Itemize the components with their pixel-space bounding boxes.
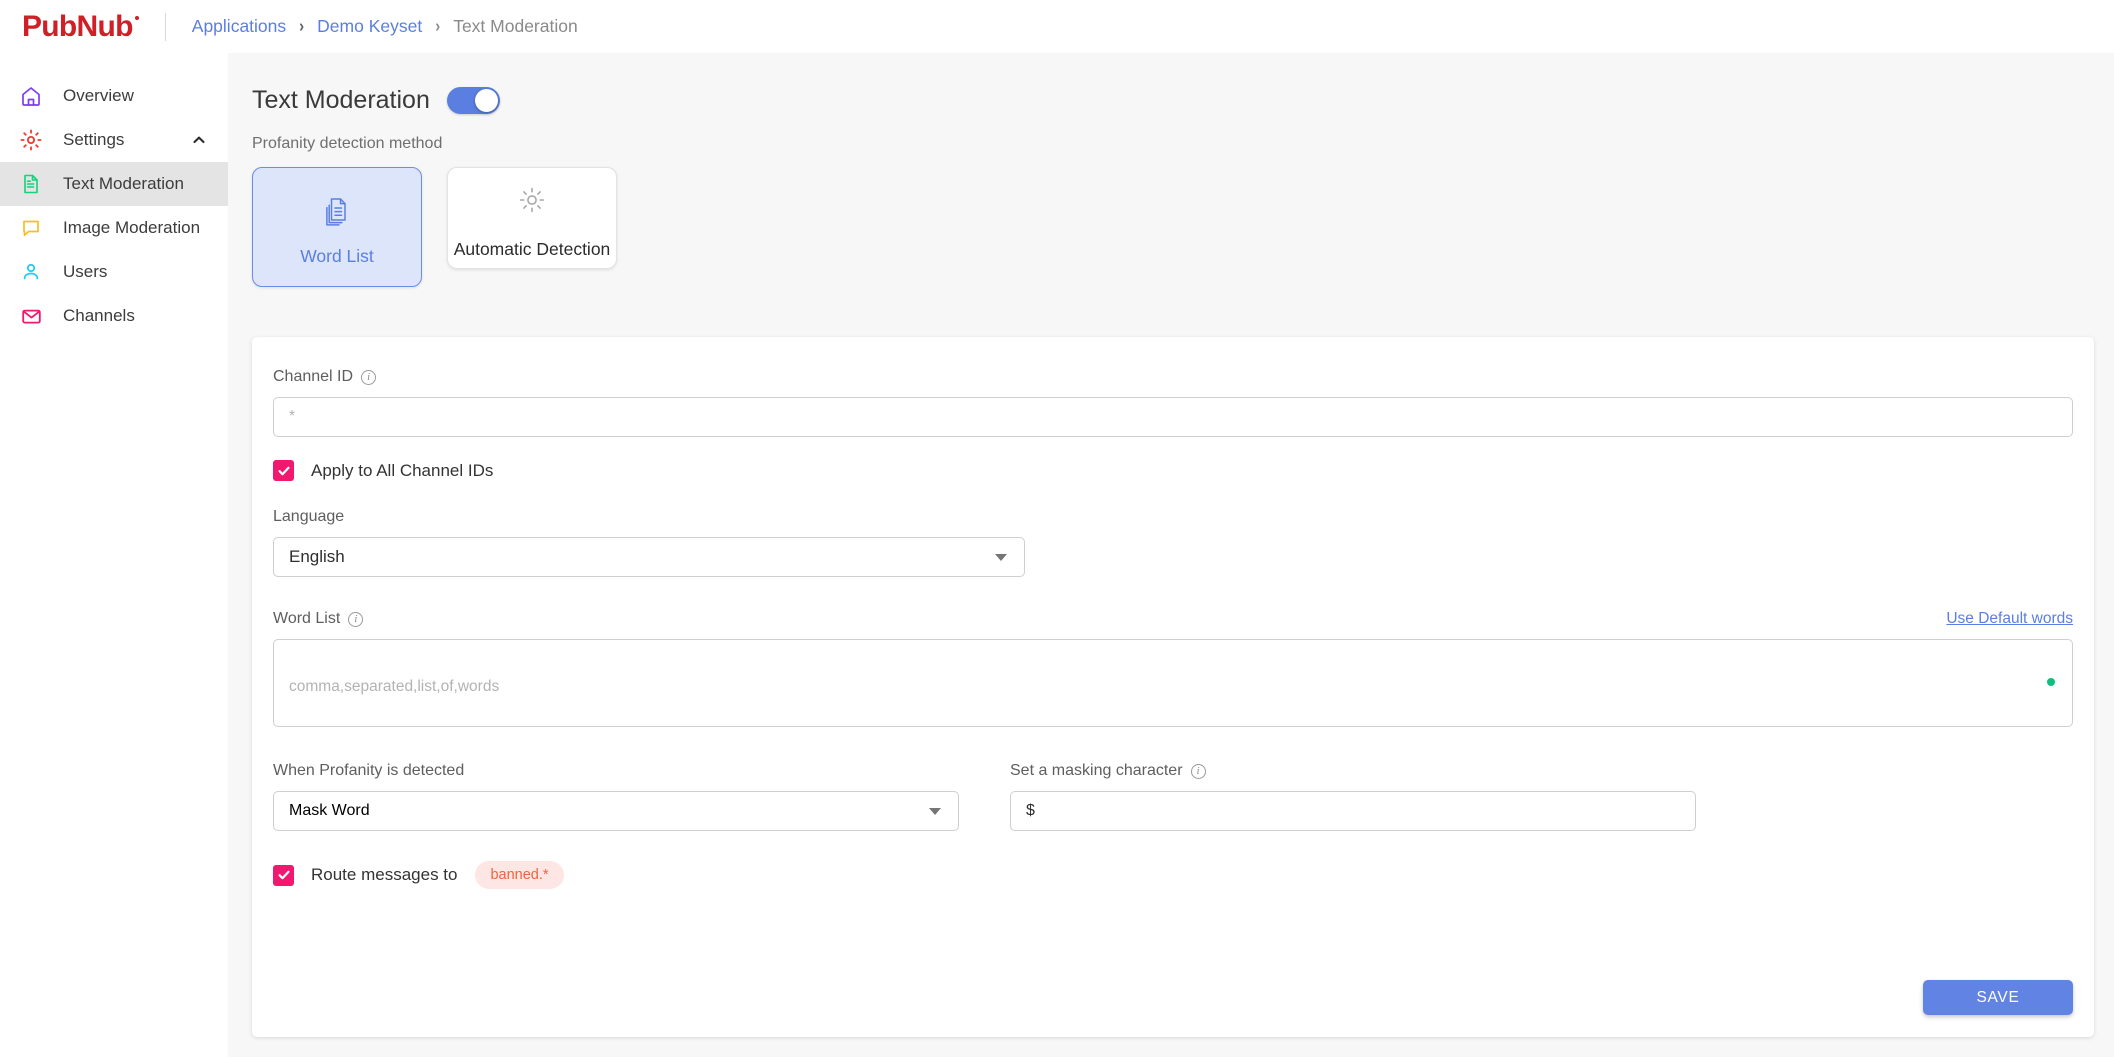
gear-icon (18, 127, 44, 153)
language-value: English (289, 547, 345, 566)
chevron-up-icon[interactable] (192, 133, 206, 147)
route-target-badge: banned.* (475, 861, 564, 889)
sidebar-item-label: Channels (63, 306, 135, 325)
settings-panel: Channel ID i * Apply to All Channel IDs … (252, 337, 2094, 1037)
word-list-label: Word List i (273, 610, 364, 628)
chat-icon (18, 215, 44, 241)
sidebar: Overview Settings Text Moderation Image … (0, 53, 228, 1057)
breadcrumb-current: Text Moderation (453, 16, 578, 36)
home-icon (18, 83, 44, 109)
chevron-down-icon (929, 807, 941, 815)
logo-text: PubNub (22, 9, 133, 43)
channel-id-input[interactable]: * (273, 397, 2073, 437)
sidebar-item-users[interactable]: Users (0, 250, 228, 294)
documents-icon (322, 188, 352, 234)
masking-character-label: Set a masking character i (1010, 762, 1696, 780)
sidebar-item-label: Text Moderation (63, 174, 184, 193)
status-dot (2047, 678, 2055, 686)
sidebar-item-label: Settings (63, 130, 125, 149)
sidebar-item-label: Image Moderation (63, 218, 201, 237)
document-icon (18, 171, 44, 197)
chevron-down-icon (995, 553, 1007, 561)
word-list-placeholder: comma,separated,list,of,words (289, 678, 500, 695)
method-card-word-list[interactable]: Word List (252, 167, 422, 287)
breadcrumb: Applications › Demo Keyset › Text Modera… (192, 16, 578, 37)
profanity-action-select[interactable]: Mask Word (273, 791, 959, 831)
sidebar-item-image-moderation[interactable]: Image Moderation (0, 206, 228, 250)
language-label-text: Language (273, 508, 345, 525)
word-list-label-text: Word List (273, 610, 341, 627)
method-card-label: Word List (300, 245, 374, 266)
breadcrumb-applications[interactable]: Applications (192, 16, 286, 37)
language-field: Language English (273, 508, 2073, 577)
masking-character-field: Set a masking character i $ (1010, 762, 1696, 831)
channel-id-value: * (289, 408, 296, 425)
breadcrumb-separator-icon: › (299, 16, 305, 37)
apply-all-checkbox[interactable] (273, 460, 294, 481)
text-moderation-toggle[interactable] (446, 87, 500, 114)
masking-character-label-text: Set a masking character (1010, 762, 1183, 779)
channel-id-label: Channel ID i (273, 368, 2073, 386)
bottom-fields-row: When Profanity is detected Mask Word Set… (273, 762, 2073, 831)
profanity-action-field: When Profanity is detected Mask Word (273, 762, 959, 831)
page-title: Text Moderation (252, 86, 430, 114)
apply-all-row: Apply to All Channel IDs (273, 460, 2073, 481)
toggle-knob (474, 89, 498, 112)
profanity-action-label: When Profanity is detected (273, 762, 959, 780)
sidebar-item-label: Overview (63, 86, 134, 105)
language-label: Language (273, 508, 2073, 526)
logo-registered-dot (134, 15, 139, 20)
route-messages-row: Route messages to banned.* (273, 861, 2073, 889)
pubnub-logo[interactable]: PubNub (22, 9, 139, 43)
word-list-header: Word List i Use Default words (273, 610, 2073, 628)
envelope-icon (18, 303, 44, 329)
masking-character-input[interactable]: $ (1010, 791, 1696, 831)
page-header: Text Moderation (252, 86, 2114, 115)
use-default-words-link[interactable]: Use Default words (1946, 610, 2073, 628)
masking-character-value: $ (1026, 802, 1035, 819)
sidebar-item-channels[interactable]: Channels (0, 294, 228, 338)
user-icon (18, 259, 44, 285)
language-select[interactable]: English (273, 537, 1025, 577)
detection-method-label: Profanity detection method (252, 135, 443, 152)
detection-method-cards: Word List Automatic Detection (252, 167, 2114, 287)
info-icon[interactable]: i (361, 369, 377, 385)
sidebar-item-overview[interactable]: Overview (0, 74, 228, 118)
sidebar-item-label: Users (63, 262, 108, 281)
sidebar-item-text-moderation[interactable]: Text Moderation (0, 162, 228, 206)
profanity-action-label-text: When Profanity is detected (273, 762, 465, 779)
route-messages-checkbox[interactable] (273, 864, 294, 886)
save-button[interactable]: SAVE (1923, 980, 2073, 1015)
word-list-textarea[interactable]: comma,separated,list,of,words (273, 639, 2073, 727)
info-icon[interactable]: i (1190, 763, 1206, 779)
main-content: Text Moderation Profanity detection meth… (228, 53, 2114, 1057)
method-card-label: Automatic Detection (453, 238, 611, 259)
sidebar-item-settings[interactable]: Settings (0, 118, 228, 162)
gear-outline-icon (517, 177, 547, 223)
header-divider (164, 12, 166, 41)
breadcrumb-keyset[interactable]: Demo Keyset (317, 16, 422, 37)
method-card-automatic-detection[interactable]: Automatic Detection (447, 167, 617, 269)
apply-all-label: Apply to All Channel IDs (311, 460, 494, 480)
breadcrumb-separator-icon-2: › (435, 16, 441, 37)
top-bar: PubNub Applications › Demo Keyset › Text… (0, 0, 2114, 53)
route-messages-label: Route messages to (311, 865, 458, 884)
profanity-action-value: Mask Word (289, 802, 370, 819)
info-icon[interactable]: i (348, 611, 364, 627)
channel-id-label-text: Channel ID (273, 368, 354, 385)
